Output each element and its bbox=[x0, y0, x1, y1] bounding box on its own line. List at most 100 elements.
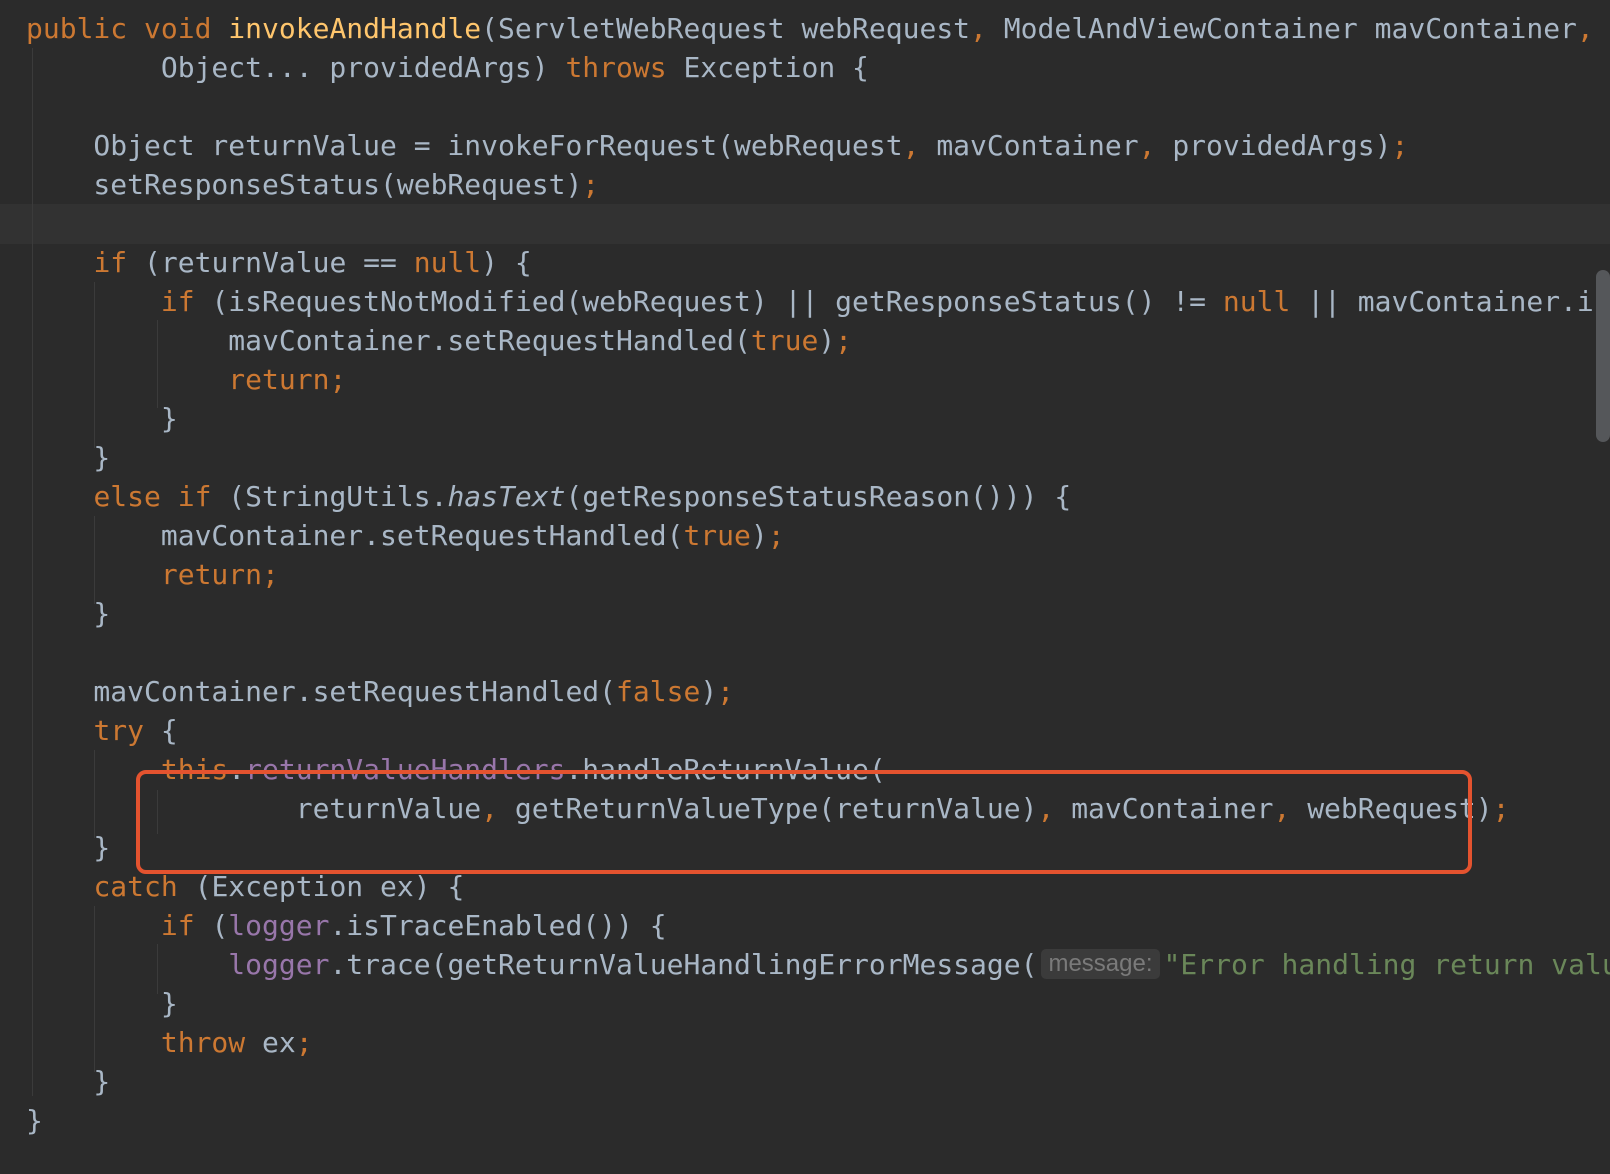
code-editor[interactable]: public void invokeAndHandle(ServletWebRe… bbox=[0, 0, 1610, 1174]
code-token: (Exception ex) { bbox=[194, 870, 465, 903]
code-token: ex bbox=[262, 1026, 296, 1059]
current-line-highlight bbox=[0, 204, 1610, 244]
function-name-token: invokeAndHandle bbox=[228, 12, 482, 45]
code-line[interactable]: setResponseStatus(webRequest); bbox=[26, 165, 599, 205]
keyword-token: , bbox=[902, 129, 937, 162]
code-token: (ServletWebRequest webRequest bbox=[481, 12, 971, 45]
code-token: } bbox=[26, 987, 178, 1020]
code-line[interactable]: } bbox=[26, 1062, 110, 1102]
code-line[interactable]: Object returnValue = invokeForRequest(we… bbox=[26, 126, 1408, 166]
highlight-annotation-box bbox=[136, 770, 1472, 874]
code-token: ( bbox=[211, 909, 229, 942]
code-token: (isRequestNotModified(webRequest) || get… bbox=[211, 285, 1223, 318]
code-line[interactable]: throw ex; bbox=[26, 1023, 313, 1063]
code-token: } bbox=[26, 1065, 111, 1098]
code-line[interactable]: if (logger.isTraceEnabled()) { bbox=[26, 906, 667, 946]
code-token: setResponseStatus(webRequest) bbox=[26, 168, 583, 201]
keyword-token: try bbox=[93, 714, 161, 747]
keyword-token: ; bbox=[835, 324, 853, 357]
keyword-token: ; bbox=[582, 168, 600, 201]
code-line[interactable]: mavContainer.setRequestHandled(true); bbox=[26, 321, 852, 361]
code-line[interactable]: } bbox=[26, 399, 178, 439]
code-line[interactable]: mavContainer.setRequestHandled(true); bbox=[26, 516, 785, 556]
code-token: Object returnValue = invokeForRequest(we… bbox=[26, 129, 903, 162]
keyword-token: public void bbox=[26, 12, 229, 45]
code-line[interactable]: mavContainer.setRequestHandled(false); bbox=[26, 672, 734, 712]
code-token: } bbox=[26, 441, 111, 474]
keyword-token: , bbox=[1576, 12, 1594, 45]
code-token: (returnValue == bbox=[144, 246, 414, 279]
code-token: mavContainer.setRequestHandled( bbox=[26, 675, 617, 708]
code-line[interactable]: } bbox=[26, 1101, 43, 1141]
code-line[interactable]: else if (StringUtils.hasText(getResponse… bbox=[26, 477, 1071, 517]
code-line[interactable]: logger.trace(getReturnValueHandlingError… bbox=[26, 945, 1610, 985]
keyword-token: ; bbox=[1391, 129, 1409, 162]
code-line[interactable]: try { bbox=[26, 711, 178, 751]
string-token: "Error handling return value" bbox=[1163, 948, 1610, 981]
code-token: .trace(getReturnValueHandlingErrorMessag… bbox=[329, 948, 1038, 981]
field-token: logger bbox=[228, 909, 330, 942]
keyword-token: catch bbox=[93, 870, 195, 903]
keyword-token: return; bbox=[160, 558, 279, 591]
keyword-token: null bbox=[1222, 285, 1308, 318]
code-line[interactable]: } bbox=[26, 594, 110, 634]
keyword-token: ; bbox=[717, 675, 735, 708]
code-token: mavContainer.setRequestHandled( bbox=[26, 324, 751, 357]
code-token: Object... providedArgs) bbox=[26, 51, 566, 84]
code-line[interactable]: } bbox=[26, 828, 110, 868]
code-token: || mavContainer.isRequestHandled()) { bbox=[1307, 285, 1610, 318]
code-line[interactable]: if (returnValue == null) { bbox=[26, 243, 532, 283]
keyword-token: if bbox=[160, 285, 212, 318]
code-token: ) bbox=[818, 324, 836, 357]
code-token: { bbox=[160, 714, 178, 747]
code-token: .isTraceEnabled()) { bbox=[329, 909, 667, 942]
code-token: Exception { bbox=[683, 51, 869, 84]
code-token: ) bbox=[700, 675, 718, 708]
code-token: mavContainer.setRequestHandled( bbox=[26, 519, 684, 552]
keyword-token: return; bbox=[228, 363, 347, 396]
field-token: logger bbox=[228, 948, 330, 981]
keyword-token: , bbox=[1138, 129, 1173, 162]
code-line[interactable]: public void invokeAndHandle(ServletWebRe… bbox=[26, 9, 1594, 49]
code-line[interactable]: return; bbox=[26, 555, 279, 595]
code-line[interactable]: return; bbox=[26, 360, 346, 400]
code-token: providedArgs) bbox=[1172, 129, 1392, 162]
code-token: ) bbox=[750, 519, 768, 552]
code-line[interactable]: Object... providedArgs) throws Exception… bbox=[26, 48, 869, 88]
keyword-token: false bbox=[616, 675, 701, 708]
code-token: } bbox=[26, 402, 178, 435]
keyword-token: ; bbox=[295, 1026, 313, 1059]
code-line[interactable]: if (isRequestNotModified(webRequest) || … bbox=[26, 282, 1610, 322]
code-token: (getResponseStatusReason())) { bbox=[565, 480, 1072, 513]
code-line[interactable]: } bbox=[26, 984, 178, 1024]
keyword-token: ; bbox=[1492, 792, 1510, 825]
keyword-token: if bbox=[160, 909, 212, 942]
code-token: ) { bbox=[481, 246, 532, 279]
code-token: } bbox=[26, 597, 111, 630]
keyword-token: else if bbox=[93, 480, 229, 513]
keyword-token: null bbox=[413, 246, 482, 279]
static-method-token: hasText bbox=[447, 480, 566, 513]
code-token: } bbox=[26, 831, 111, 864]
code-token: (StringUtils. bbox=[228, 480, 448, 513]
keyword-token: , bbox=[970, 12, 1004, 45]
parameter-hint: message: bbox=[1041, 949, 1160, 979]
keyword-token: ; bbox=[767, 519, 785, 552]
keyword-token: throw bbox=[160, 1026, 263, 1059]
code-token: } bbox=[26, 1104, 43, 1137]
keyword-token: if bbox=[93, 246, 145, 279]
vertical-scrollbar-thumb[interactable] bbox=[1596, 270, 1610, 442]
keyword-token: throws bbox=[565, 51, 684, 84]
code-line[interactable]: } bbox=[26, 438, 110, 478]
keyword-token: true bbox=[750, 324, 819, 357]
code-token: ModelAndViewContainer mavContainer bbox=[1003, 12, 1577, 45]
